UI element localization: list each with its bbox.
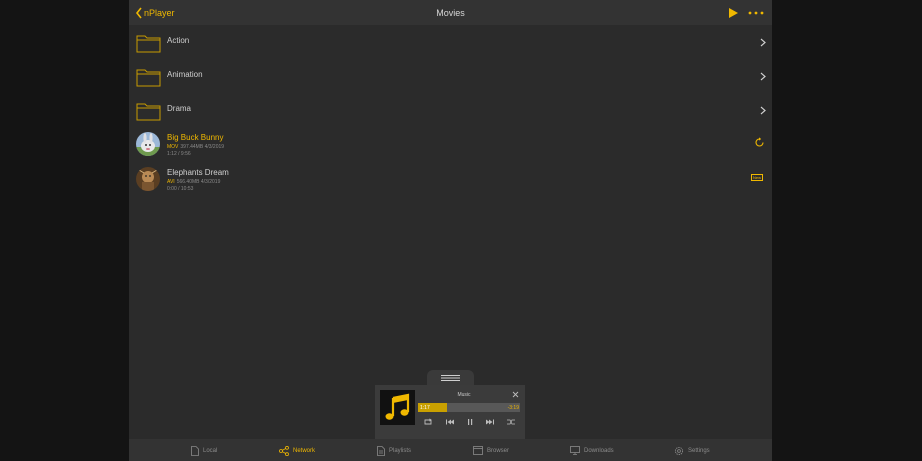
close-icon[interactable] [512, 391, 519, 398]
tab-playlists[interactable]: Playlists [377, 445, 411, 456]
file-icon [191, 445, 199, 456]
browser-icon [473, 446, 483, 455]
more-icon[interactable] [748, 7, 764, 19]
tab-label: Network [293, 447, 316, 454]
pause-icon[interactable] [465, 418, 475, 426]
media-row-big-buck-bunny[interactable]: Big Buck Bunny MOV 397.44MB 4/3/2019 1:12… [129, 128, 772, 162]
media-title: Elephants Dream [167, 168, 229, 177]
video-thumbnail [136, 167, 160, 191]
folder-label: Action [167, 36, 190, 45]
video-thumbnail [136, 132, 160, 156]
folder-row-action[interactable]: Action [129, 25, 772, 59]
nav-bar: nPlayer Movies [129, 0, 772, 25]
seek-bar[interactable]: 1:17 -3:19 [418, 403, 520, 412]
chevron-right-icon [760, 38, 766, 47]
page-title: Movies [436, 8, 465, 18]
media-size: 566.40MB [176, 179, 200, 185]
resume-icon[interactable] [754, 137, 765, 148]
media-progress: 1:12 / 9:56 [167, 151, 191, 157]
folder-label: Animation [167, 70, 203, 79]
next-icon[interactable] [485, 418, 495, 426]
folder-icon [136, 103, 161, 121]
media-row-elephants-dream[interactable]: Elephants Dream AVI 566.40MB 4/3/2019 0:0… [129, 163, 772, 197]
share-icon [279, 445, 289, 456]
media-meta: AVI 566.40MB 4/3/2019 [167, 179, 220, 185]
media-size: 397.44MB [180, 144, 204, 150]
gear-icon [674, 446, 684, 455]
folder-icon [136, 35, 161, 53]
document-icon [377, 445, 385, 456]
download-icon [570, 446, 580, 455]
shuffle-icon[interactable] [506, 418, 516, 426]
mini-player-handle[interactable] [427, 370, 474, 386]
repeat-icon[interactable] [423, 418, 433, 426]
folder-row-animation[interactable]: Animation [129, 59, 772, 93]
previous-icon[interactable] [445, 418, 455, 426]
elapsed-time: 1:17 [420, 405, 430, 411]
folder-icon [136, 69, 161, 87]
tab-label: Browser [487, 447, 510, 454]
app-window: nPlayer Movies Action Animation Drama Bi… [129, 0, 772, 461]
remaining-time: -3:19 [507, 405, 519, 411]
tab-browser[interactable]: Browser [473, 445, 509, 456]
media-title: Big Buck Bunny [167, 133, 224, 142]
drag-handle-icon [441, 375, 460, 381]
tab-bar: Local Network Playlists Browser Download… [129, 439, 772, 461]
tab-downloads[interactable]: Downloads [570, 445, 614, 456]
chevron-right-icon [760, 72, 766, 81]
media-meta: MOV 397.44MB 4/3/2019 [167, 144, 224, 150]
media-date: 4/3/2019 [204, 144, 225, 150]
tab-label: Settings [688, 447, 710, 454]
tab-network[interactable]: Network [279, 445, 315, 456]
tab-label: Playlists [389, 447, 412, 454]
chevron-right-icon [760, 106, 766, 115]
media-format: AVI [167, 179, 175, 185]
tab-label: Downloads [584, 447, 614, 454]
play-icon[interactable] [727, 7, 739, 19]
folder-row-drama[interactable]: Drama [129, 93, 772, 127]
now-playing-title: Music [457, 392, 471, 398]
tab-settings[interactable]: Settings [674, 445, 710, 456]
folder-label: Drama [167, 104, 192, 113]
new-badge: New [751, 174, 764, 181]
music-note-icon [380, 390, 415, 425]
mini-player: Music 1:17 -3:19 [375, 385, 525, 439]
tab-local[interactable]: Local [191, 445, 217, 456]
tab-label: Local [203, 447, 218, 454]
media-format: MOV [167, 144, 179, 150]
media-date: 4/3/2019 [200, 179, 221, 185]
media-progress: 0:00 / 10:53 [167, 186, 194, 192]
